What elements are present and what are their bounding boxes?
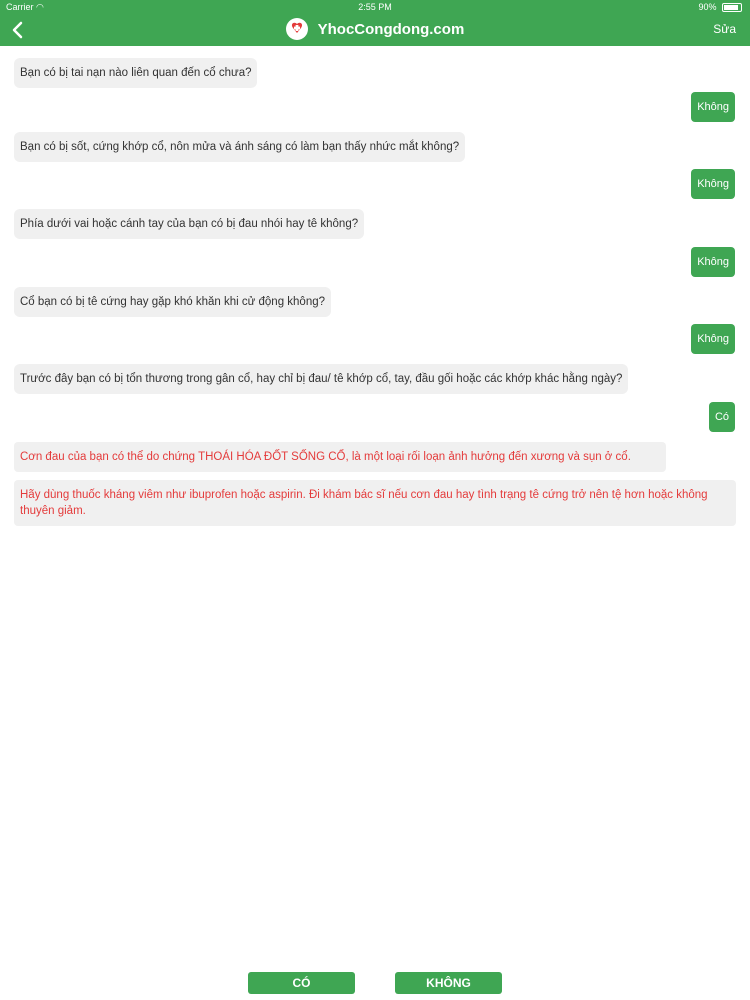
diagnosis-message: Cơn đau của bạn có thể do chứng THOÁI HÓ…: [14, 442, 666, 472]
question-bubble: Bạn có bị sốt, cứng khớp cổ, nôn mửa và …: [14, 132, 466, 162]
battery-icon: [722, 3, 742, 13]
yes-button[interactable]: CÓ: [248, 972, 355, 994]
edit-button[interactable]: Sửa: [713, 22, 736, 36]
clock: 2:55 PM: [358, 2, 392, 12]
no-button[interactable]: KHÔNG: [395, 972, 502, 994]
brand-name: YhocCongdong.com: [317, 21, 465, 38]
navigation-bar: YhocCongdong.com Sửa: [0, 14, 750, 46]
status-bar: Carrier ◠ 2:55 PM 90%: [0, 0, 750, 14]
answer-bubble: Không: [691, 169, 735, 199]
app-logo-icon: [285, 18, 308, 41]
question-bubble: Bạn có bị tai nạn nào liên quan đến cổ c…: [14, 58, 258, 88]
brand-header: YhocCongdong.com: [0, 18, 750, 42]
answer-bubble: Không: [691, 247, 735, 277]
question-bubble: Cổ bạn có bị tê cứng hay gặp khó khăn kh…: [14, 287, 332, 317]
advice-message: Hãy dùng thuốc kháng viêm như ibuprofen …: [14, 480, 736, 526]
battery-percent: 90%: [698, 2, 717, 12]
battery-indicator: 90%: [698, 0, 742, 14]
answer-bubble: Không: [691, 324, 735, 354]
answer-bubble: Không: [691, 92, 735, 122]
answer-bubble: Có: [708, 402, 735, 432]
question-bubble: Phía dưới vai hoặc cánh tay của bạn có b…: [14, 209, 365, 239]
question-bubble: Trước đây bạn có bị tổn thương trong gân…: [14, 364, 629, 394]
